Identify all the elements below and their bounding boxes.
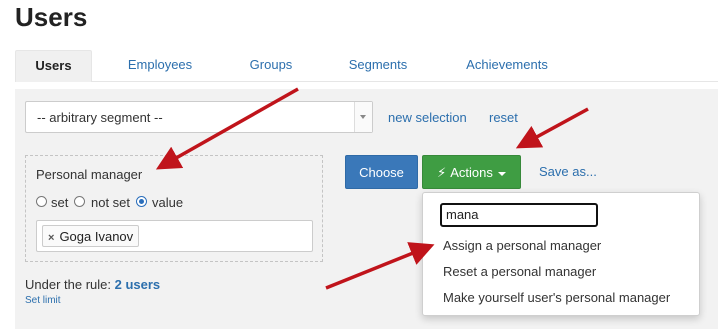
segment-select-value: -- arbitrary segment -- (37, 110, 163, 125)
rule-count-link[interactable]: 2 users (115, 277, 161, 292)
new-selection-link[interactable]: new selection (388, 110, 467, 125)
tab-achievements[interactable]: Achievements (447, 50, 567, 81)
segment-select[interactable]: -- arbitrary segment -- (25, 101, 373, 133)
set-limit-link[interactable]: Set limit (25, 295, 61, 306)
radio-not-set-label: not set (91, 195, 131, 210)
rule-prefix: Under the rule: (25, 277, 111, 292)
menu-item-assign-manager[interactable]: Assign a personal manager (443, 238, 601, 253)
bolt-icon: ⚡ (437, 165, 447, 180)
radio-set[interactable] (36, 196, 47, 207)
actions-search-input[interactable]: mana (440, 203, 598, 227)
actions-button[interactable]: ⚡ Actions (422, 155, 521, 189)
reset-link[interactable]: reset (489, 110, 518, 125)
segment-select-toggle[interactable] (354, 102, 372, 132)
tab-segments[interactable]: Segments (333, 50, 423, 81)
radio-value-label: value (152, 195, 184, 210)
menu-item-reset-manager[interactable]: Reset a personal manager (443, 264, 596, 279)
tab-users[interactable]: Users (15, 50, 92, 82)
rule-summary: Under the rule: 2 users (25, 277, 160, 292)
menu-item-make-yourself-manager[interactable]: Make yourself user's personal manager (443, 290, 670, 305)
radio-value[interactable] (136, 196, 147, 207)
tab-bar: Users Employees Groups Segments Achievem… (15, 50, 718, 82)
radio-set-label: set (51, 195, 69, 210)
save-as-link[interactable]: Save as... (539, 164, 597, 179)
choose-button[interactable]: Choose (345, 155, 418, 189)
manager-tag-label: Goga Ivanov (59, 229, 134, 244)
caret-down-icon (497, 171, 506, 176)
tab-groups[interactable]: Groups (230, 50, 312, 81)
radio-not-set[interactable] (74, 196, 85, 207)
filter-label: Personal manager (36, 167, 143, 182)
tab-employees[interactable]: Employees (105, 50, 215, 81)
page-title: Users (15, 2, 88, 32)
chevron-down-icon (360, 115, 366, 119)
actions-label: Actions (450, 165, 493, 180)
remove-tag-icon[interactable]: × (48, 232, 54, 244)
manager-tag: × Goga Ivanov (42, 225, 140, 247)
manager-tag-input[interactable]: × Goga Ivanov (36, 220, 313, 252)
